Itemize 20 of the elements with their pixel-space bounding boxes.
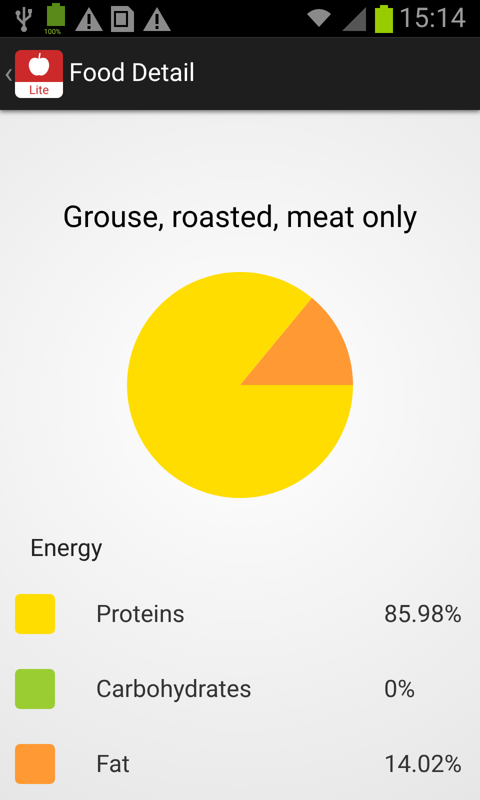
- sd-card-icon: [110, 4, 136, 32]
- nutrient-percent: 14.02%: [384, 749, 463, 780]
- signal-icon: [340, 6, 367, 32]
- battery-icon: [374, 4, 393, 32]
- nutrient-percent: 0%: [384, 674, 416, 705]
- nutrient-percent: 85.98%: [384, 599, 463, 630]
- app-badge: Lite: [15, 82, 64, 98]
- app-icon[interactable]: Lite: [15, 50, 64, 98]
- nutrient-label: Proteins: [96, 599, 186, 630]
- back-icon[interactable]: ‹: [4, 59, 14, 89]
- warning-icon: [74, 6, 104, 32]
- nutrient-label: Carbohydrates: [96, 674, 253, 705]
- apple-icon: [28, 53, 50, 77]
- screen-title: Food Detail: [69, 58, 195, 90]
- usb-icon: [14, 6, 34, 32]
- legend-title: Energy: [30, 534, 102, 562]
- food-name: Grouse, roasted, meat only: [62, 199, 418, 237]
- nutrient-label: Fat: [96, 749, 131, 780]
- warning-icon: [142, 6, 172, 32]
- clock: 15:14: [398, 1, 466, 36]
